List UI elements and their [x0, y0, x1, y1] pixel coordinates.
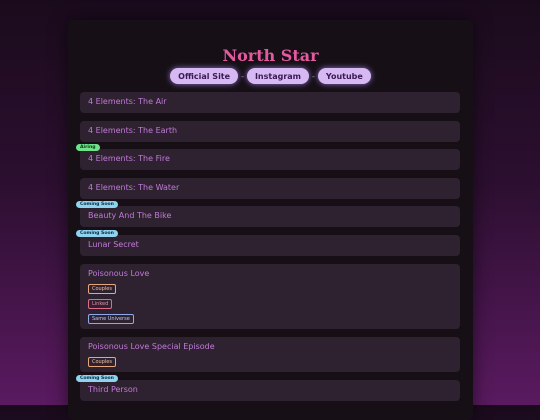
show-title: Lunar Secret: [88, 240, 139, 249]
tag-linked[interactable]: Linked: [88, 299, 113, 309]
show-item-lunar-secret[interactable]: Coming Soon Lunar Secret: [76, 230, 460, 256]
airing-badge: Airing: [76, 144, 100, 151]
tag-couples[interactable]: Couples: [88, 357, 116, 367]
show-item-third-person[interactable]: Coming Soon Third Person: [76, 375, 460, 401]
show-title: Poisonous Love: [88, 269, 150, 278]
show-title: 4 Elements: The Fire: [88, 154, 170, 163]
show-item-4-elements-fire[interactable]: Airing 4 Elements: The Fire: [76, 144, 460, 170]
show-title: 4 Elements: The Air: [88, 97, 167, 106]
external-links: Official Site - Instagram - Youtube: [68, 68, 473, 84]
show-item-poisonous-love-special[interactable]: Poisonous Love Special Episode Couples: [80, 337, 460, 372]
link-separator: -: [312, 71, 315, 81]
official-site-link[interactable]: Official Site: [170, 68, 239, 84]
main-card: North Star Official Site - Instagram - Y…: [68, 20, 473, 420]
show-title: 4 Elements: The Earth: [88, 126, 178, 135]
show-title: Third Person: [88, 385, 138, 394]
youtube-link[interactable]: Youtube: [317, 68, 371, 84]
instagram-link[interactable]: Instagram: [246, 68, 310, 84]
show-item-4-elements-air[interactable]: 4 Elements: The Air: [80, 92, 460, 113]
coming-soon-badge: Coming Soon: [76, 201, 118, 208]
show-item-4-elements-earth[interactable]: 4 Elements: The Earth: [80, 121, 460, 142]
show-item-beauty-and-the-bike[interactable]: Coming Soon Beauty And The Bike: [76, 201, 460, 227]
show-item-4-elements-water[interactable]: 4 Elements: The Water: [80, 178, 460, 199]
link-separator: -: [241, 71, 244, 81]
coming-soon-badge: Coming Soon: [76, 230, 118, 237]
tag-same-universe[interactable]: Same Universe: [88, 314, 134, 324]
tag-couples[interactable]: Couples: [88, 284, 116, 294]
show-item-poisonous-love[interactable]: Poisonous Love Couples Linked Same Unive…: [80, 264, 460, 329]
coming-soon-badge: Coming Soon: [76, 375, 118, 382]
page-title: North Star: [222, 46, 319, 65]
show-title: Beauty And The Bike: [88, 211, 172, 220]
show-title: 4 Elements: The Water: [88, 183, 180, 192]
show-title: Poisonous Love Special Episode: [88, 342, 215, 351]
